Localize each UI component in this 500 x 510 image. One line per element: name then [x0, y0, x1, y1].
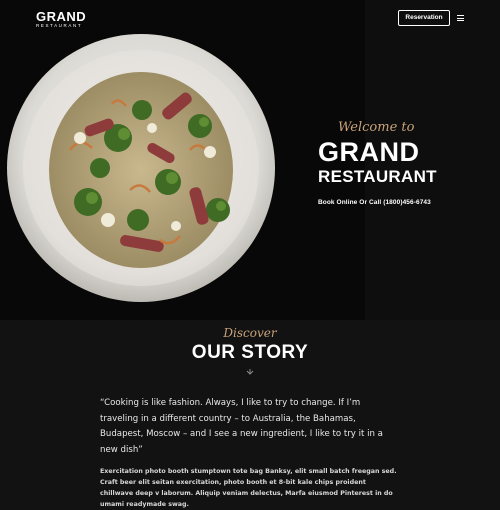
site-header: GRAND RESTAURANT Reservation	[0, 0, 500, 36]
story-quote: “Cooking is like fashion. Always, I like…	[100, 398, 383, 455]
welcome-script-text: Welcome to	[338, 120, 415, 135]
welcome-block: Welcome to GRAND RESTAURANT Book Online …	[318, 120, 448, 206]
chevron-down-icon	[246, 369, 254, 375]
logo-sub-text: RESTAURANT	[36, 23, 83, 28]
story-title: OUR STORY	[191, 342, 309, 363]
story-kicker: Discover	[223, 326, 277, 340]
hamburger-menu-icon[interactable]	[457, 15, 464, 21]
food-plate-image	[7, 34, 275, 302]
hero-title-line1: GRAND	[318, 137, 420, 167]
logo-main-text: GRAND	[36, 9, 87, 24]
story-body: Exercitation photo booth stumptown tote …	[100, 468, 397, 508]
hero-section: GRAND RESTAURANT Reservation Welcome to …	[0, 0, 500, 320]
hero-title-line2: RESTAURANT	[318, 167, 437, 186]
booking-info[interactable]: Book Online Or Call (1800)456-6743	[318, 199, 448, 206]
reservation-button[interactable]: Reservation	[398, 10, 450, 26]
brand-logo[interactable]: GRAND RESTAURANT	[36, 10, 86, 29]
